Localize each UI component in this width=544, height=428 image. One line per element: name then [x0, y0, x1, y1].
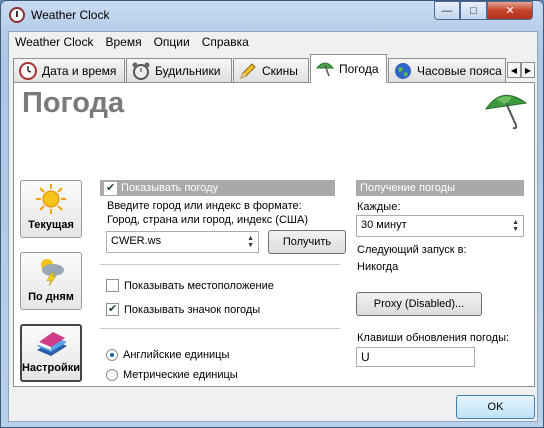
- tab-skins[interactable]: Скины: [233, 58, 309, 82]
- ok-button[interactable]: OK: [456, 395, 535, 419]
- show-icon-checkbox[interactable]: [106, 302, 119, 316]
- tab-alarms-label: Будильники: [155, 63, 221, 78]
- clock-app-icon: [9, 7, 25, 23]
- divider: [100, 328, 340, 329]
- spin-arrows-icon[interactable]: ▲ ▼: [512, 219, 519, 233]
- globe-icon: [395, 62, 411, 79]
- english-units-label: Английские единицы: [123, 349, 230, 361]
- tab-time-zones[interactable]: Часовые пояса: [388, 58, 506, 82]
- settings-label: Настройки: [21, 362, 81, 374]
- metric-units-row[interactable]: Метрические единицы: [106, 369, 238, 381]
- tab-time-zones-label: Часовые пояса: [417, 63, 502, 78]
- show-location-label: Показывать местоположение: [124, 279, 274, 292]
- show-weather-checkbox[interactable]: [104, 181, 117, 195]
- window-title: Weather Clock: [31, 8, 110, 22]
- page-title: Погода: [22, 87, 125, 119]
- maximize-button[interactable]: □: [460, 1, 487, 20]
- settings-book-icon: [37, 332, 67, 356]
- metric-units-label: Метрические единицы: [123, 369, 238, 381]
- settings-button[interactable]: Настройки: [20, 324, 82, 382]
- weather-panel: Погода Текущая По дням Настройки ✔ Показ…: [13, 82, 535, 387]
- sun-icon: [36, 184, 66, 214]
- update-header: Получение погоды: [356, 180, 524, 196]
- daily-forecast-button[interactable]: По дням: [20, 252, 82, 310]
- tab-date-time[interactable]: Дата и время: [13, 58, 125, 82]
- show-icon-label: Показывать значок погоды: [124, 303, 261, 316]
- app-window: Weather Clock — □ ✕ Weather Clock Время …: [0, 0, 544, 428]
- menu-help[interactable]: Справка: [196, 32, 255, 52]
- hotkey-input[interactable]: U: [356, 347, 475, 367]
- tab-strip: Дата и время Будильники Скины Погода Час…: [13, 54, 535, 83]
- tab-alarms[interactable]: Будильники: [126, 58, 232, 82]
- menu-options[interactable]: Опции: [148, 32, 196, 52]
- show-location-row[interactable]: Показывать местоположение: [106, 279, 274, 292]
- update-interval-select[interactable]: 30 минут ▲ ▼: [356, 215, 524, 237]
- clock-icon: [19, 61, 37, 80]
- show-weather-header[interactable]: Показывать погоду: [100, 180, 335, 196]
- tab-scroll-left-button[interactable]: ◀: [507, 62, 521, 78]
- umbrella-icon: [484, 94, 528, 130]
- english-units-row[interactable]: Английские единицы: [106, 349, 229, 361]
- english-units-radio[interactable]: [106, 349, 118, 361]
- daily-forecast-label: По дням: [28, 291, 74, 303]
- show-weather-label: Показывать погоду: [121, 182, 219, 194]
- show-icon-row[interactable]: Показывать значок погоды: [106, 302, 261, 316]
- update-interval-value: 30 минут: [361, 219, 407, 231]
- current-weather-label: Текущая: [28, 219, 74, 231]
- tab-weather[interactable]: Погода: [310, 54, 387, 83]
- tab-date-time-label: Дата и время: [42, 63, 117, 78]
- close-button[interactable]: ✕: [487, 1, 533, 20]
- minimize-button[interactable]: —: [434, 1, 460, 20]
- pencil-icon: [240, 62, 256, 79]
- menu-time[interactable]: Время: [99, 32, 147, 52]
- title-bar[interactable]: Weather Clock — □ ✕: [1, 1, 543, 29]
- metric-units-radio[interactable]: [106, 369, 118, 381]
- get-weather-button[interactable]: Получить: [268, 230, 346, 254]
- tab-skins-label: Скины: [262, 63, 298, 78]
- divider: [100, 264, 340, 265]
- tab-scroll-right-button[interactable]: ▶: [521, 62, 535, 78]
- city-input[interactable]: CWER.ws ▲ ▼: [106, 231, 259, 253]
- city-input-value: CWER.ws: [111, 235, 162, 247]
- client-area: Weather Clock Время Опции Справка Дата и…: [8, 31, 538, 422]
- next-run-value: Никогда: [357, 261, 399, 273]
- spin-arrows-icon[interactable]: ▲ ▼: [247, 235, 254, 249]
- city-instruction-text: Введите город или индекс в формате: Горо…: [107, 200, 308, 226]
- next-run-label: Следующий запуск в:: [357, 244, 467, 256]
- umbrella-icon: [315, 62, 335, 77]
- hotkey-label: Клавиши обновления погоды:: [357, 332, 510, 344]
- current-weather-button[interactable]: Текущая: [20, 180, 82, 238]
- tab-weather-label: Погода: [339, 62, 379, 76]
- alarm-clock-icon: [132, 62, 150, 80]
- storm-icon: [41, 259, 64, 287]
- show-location-checkbox[interactable]: [106, 279, 119, 292]
- proxy-button[interactable]: Proxy (Disabled)...: [356, 292, 482, 316]
- menu-bar: Weather Clock Время Опции Справка: [9, 32, 537, 52]
- menu-weather-clock[interactable]: Weather Clock: [9, 32, 99, 52]
- update-every-label: Каждые:: [357, 201, 401, 213]
- footer: OK: [9, 390, 537, 422]
